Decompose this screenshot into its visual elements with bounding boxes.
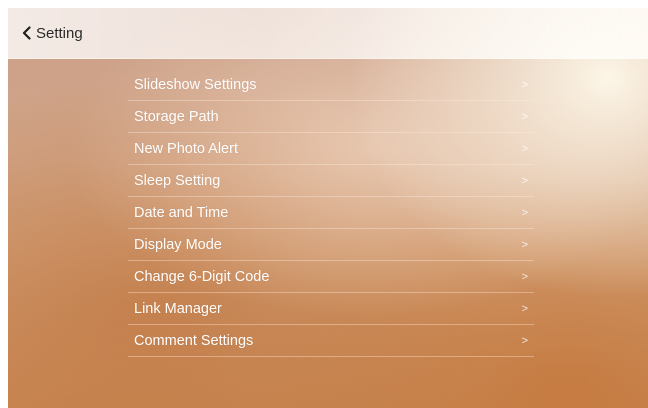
menu-item-storage-path[interactable]: Storage Path > bbox=[128, 101, 534, 133]
chevron-right-icon: > bbox=[521, 302, 528, 315]
menu-item-label: Display Mode bbox=[134, 236, 222, 253]
chevron-right-icon: > bbox=[521, 174, 528, 187]
menu-item-link-manager[interactable]: Link Manager > bbox=[128, 293, 534, 325]
top-bar: Setting bbox=[8, 8, 648, 59]
menu-item-label: Storage Path bbox=[134, 108, 219, 125]
menu-item-display-mode[interactable]: Display Mode > bbox=[128, 229, 534, 261]
menu-item-label: Comment Settings bbox=[134, 332, 254, 349]
menu-item-label: Slideshow Settings bbox=[134, 76, 257, 93]
chevron-right-icon: > bbox=[521, 238, 528, 251]
menu-item-slideshow-settings[interactable]: Slideshow Settings > bbox=[128, 69, 534, 101]
chevron-right-icon: > bbox=[521, 334, 528, 347]
menu-item-new-photo-alert[interactable]: New Photo Alert > bbox=[128, 133, 534, 165]
chevron-left-icon bbox=[22, 26, 31, 40]
menu-item-label: Date and Time bbox=[134, 204, 229, 221]
menu-item-label: New Photo Alert bbox=[134, 140, 238, 157]
chevron-right-icon: > bbox=[521, 270, 528, 283]
chevron-right-icon: > bbox=[521, 206, 528, 219]
menu-item-date-and-time[interactable]: Date and Time > bbox=[128, 197, 534, 229]
menu-item-change-code[interactable]: Change 6-Digit Code > bbox=[128, 261, 534, 293]
back-button[interactable]: Setting bbox=[22, 22, 83, 44]
settings-screen: Setting Slideshow Settings > Storage Pat… bbox=[8, 8, 648, 408]
menu-item-sleep-setting[interactable]: Sleep Setting > bbox=[128, 165, 534, 197]
chevron-right-icon: > bbox=[521, 110, 528, 123]
menu-item-comment-settings[interactable]: Comment Settings > bbox=[128, 325, 534, 357]
menu-item-label: Link Manager bbox=[134, 300, 222, 317]
menu-item-label: Sleep Setting bbox=[134, 172, 221, 189]
settings-menu: Slideshow Settings > Storage Path > New … bbox=[128, 69, 534, 357]
chevron-right-icon: > bbox=[521, 142, 528, 155]
chevron-right-icon: > bbox=[521, 78, 528, 91]
menu-item-label: Change 6-Digit Code bbox=[134, 268, 270, 285]
page-title: Setting bbox=[36, 24, 83, 42]
